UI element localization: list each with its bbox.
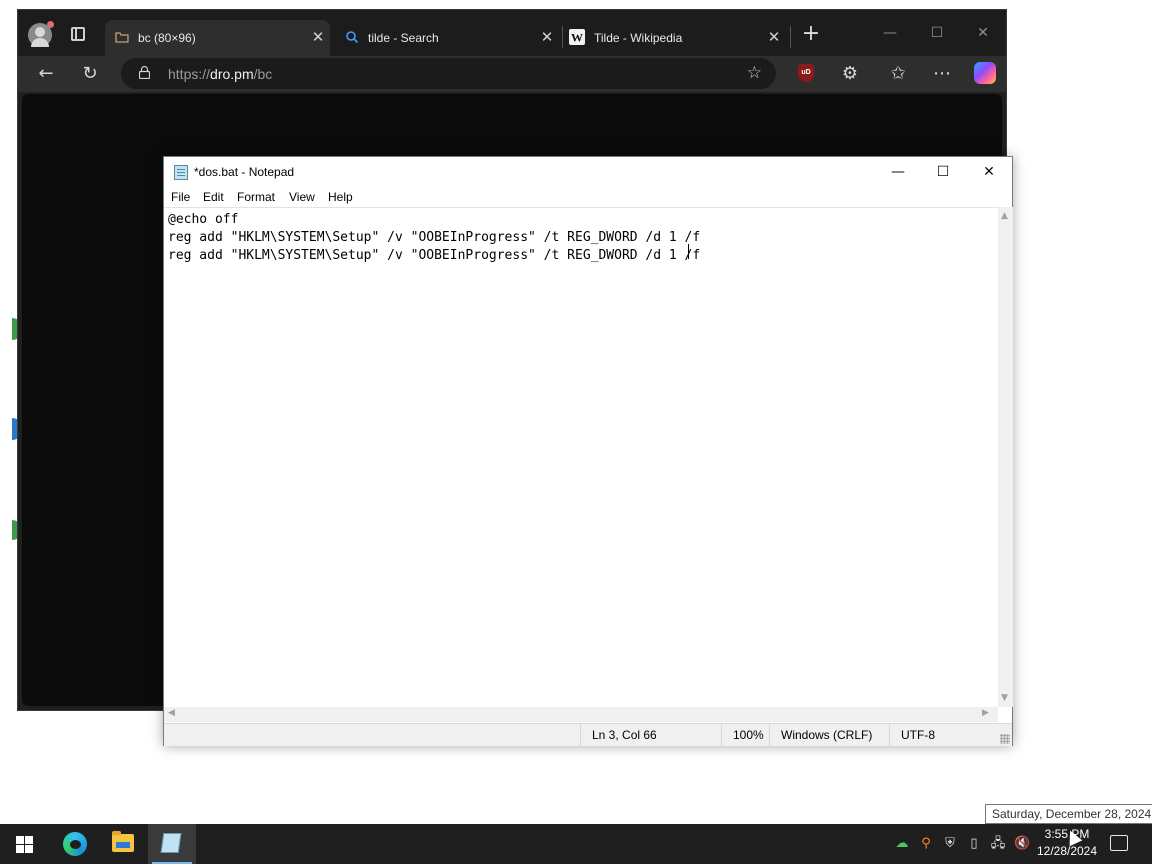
new-tab-button[interactable]: + (801, 23, 821, 45)
url-path: /bc (253, 66, 273, 82)
refresh-icon[interactable]: ↻ (79, 63, 101, 85)
close-window-button[interactable]: ✕ (966, 157, 1012, 187)
minimize-button[interactable]: — (880, 23, 900, 43)
text-editor[interactable]: @echo off reg add "HKLM\SYSTEM\Setup" /v… (164, 207, 998, 707)
clock-date: 12/28/2024 (1036, 844, 1098, 858)
favorites-icon[interactable]: ✩ (887, 63, 909, 85)
menu-format[interactable]: Format (237, 190, 275, 204)
menu-bar: File Edit Format View Help (164, 187, 1012, 207)
back-arrow-icon[interactable]: ← (35, 63, 57, 85)
cursor-position: Ln 3, Col 66 (580, 724, 721, 747)
browser-toolbar: ← ↻ https://dro.pm/bc ☆ uD ⚙ ✩ ⋯ (18, 56, 1006, 92)
taskbar-edge[interactable] (50, 824, 98, 864)
more-menu-icon[interactable]: ⋯ (931, 63, 953, 85)
tab-bc[interactable]: bc (80×96) ✕ (105, 20, 330, 56)
battery-icon[interactable]: ▯ (966, 836, 982, 852)
security-shield-icon[interactable]: ⛨ (942, 836, 958, 852)
menu-help[interactable]: Help (328, 190, 353, 204)
search-favicon-icon (346, 31, 359, 44)
address-bar[interactable]: https://dro.pm/bc ☆ (121, 58, 776, 89)
windows-logo-icon (16, 845, 24, 853)
edge-tray-icon[interactable]: ☁ (894, 836, 910, 852)
close-window-button[interactable]: ✕ (973, 23, 993, 43)
date-tooltip: Saturday, December 28, 2024 (985, 804, 1152, 824)
editor-content[interactable]: @echo off reg add "HKLM\SYSTEM\Setup" /v… (168, 211, 700, 265)
menu-file[interactable]: File (171, 190, 190, 204)
zoom-level: 100% (721, 724, 769, 747)
notepad-app-icon[interactable] (174, 165, 188, 180)
wikipedia-favicon-icon: W (569, 29, 585, 45)
lock-icon[interactable] (139, 66, 150, 79)
search-tray-icon[interactable]: ⚲ (918, 836, 934, 852)
scroll-down-icon[interactable]: ▼ (1001, 693, 1008, 703)
windows-logo-icon (25, 845, 33, 853)
horizontal-scrollbar[interactable]: ◀ ▶ (164, 707, 998, 722)
tab-title: Tilde - Wikipedia (594, 31, 683, 45)
vertical-scrollbar[interactable]: ▲ ▼ (998, 207, 1013, 707)
tab-title: bc (80×96) (138, 31, 196, 45)
notepad-window: *dos.bat - Notepad — ☐ ✕ File Edit Forma… (163, 156, 1013, 747)
taskbar: ☁ ⚲ ⛨ ▯ 🖧 🔇 3:55 PM 12/28/2024 (0, 824, 1152, 864)
url-scheme: https:// (168, 66, 211, 82)
tab-actions-icon[interactable] (71, 27, 85, 41)
maximize-button[interactable]: ☐ (927, 23, 947, 43)
notepad-icon (160, 833, 182, 853)
volume-muted-icon[interactable]: 🔇 (1014, 836, 1030, 852)
windows-logo-icon (25, 836, 33, 844)
taskbar-file-explorer[interactable] (99, 824, 147, 864)
scroll-up-icon[interactable]: ▲ (1001, 211, 1008, 221)
close-icon[interactable]: ✕ (766, 29, 782, 45)
favorite-star-icon[interactable]: ☆ (747, 63, 762, 83)
scroll-right-icon[interactable]: ▶ (982, 708, 989, 718)
tab-separator (790, 26, 791, 48)
extensions-puzzle-icon[interactable]: ⚙ (839, 63, 861, 85)
tab-tilde-search[interactable]: tilde - Search ✕ (335, 20, 560, 56)
url-text[interactable]: https://dro.pm/bc (168, 66, 272, 82)
resize-grip[interactable] (1000, 734, 1010, 744)
copilot-icon[interactable] (974, 62, 996, 84)
maximize-button[interactable]: ☐ (920, 157, 966, 187)
tab-strip: bc (80×96) ✕ tilde - Search ✕ W Tilde - … (18, 10, 1006, 56)
close-icon[interactable]: ✕ (539, 29, 555, 45)
network-icon[interactable]: 🖧 (990, 836, 1006, 852)
profile-avatar-icon[interactable] (28, 21, 54, 47)
url-domain: dro.pm (210, 66, 254, 82)
window-title: *dos.bat - Notepad (194, 165, 295, 179)
menu-edit[interactable]: Edit (203, 190, 224, 204)
text-caret (688, 244, 689, 259)
taskbar-notepad[interactable] (148, 824, 196, 864)
status-bar: Ln 3, Col 66 100% Windows (CRLF) UTF-8 (164, 723, 1012, 747)
windows-logo-icon (16, 836, 24, 844)
ublock-extension-icon[interactable]: uD (798, 64, 814, 82)
start-button[interactable] (0, 824, 48, 864)
line-endings: Windows (CRLF) (769, 724, 889, 747)
svg-text:W: W (571, 31, 583, 45)
tab-tilde-wikipedia[interactable]: W Tilde - Wikipedia ✕ (563, 20, 788, 56)
scroll-left-icon[interactable]: ◀ (168, 708, 175, 718)
close-icon[interactable]: ✕ (310, 29, 326, 45)
edge-icon (63, 832, 87, 856)
notepad-titlebar[interactable]: *dos.bat - Notepad — ☐ ✕ (164, 157, 1012, 187)
menu-view[interactable]: View (289, 190, 315, 204)
tab-title: tilde - Search (368, 31, 439, 45)
minimize-button[interactable]: — (875, 157, 921, 187)
folder-icon (112, 831, 134, 852)
notification-center-icon[interactable] (1110, 835, 1128, 851)
encoding: UTF-8 (889, 724, 1012, 747)
folder-favicon-icon (115, 32, 129, 43)
